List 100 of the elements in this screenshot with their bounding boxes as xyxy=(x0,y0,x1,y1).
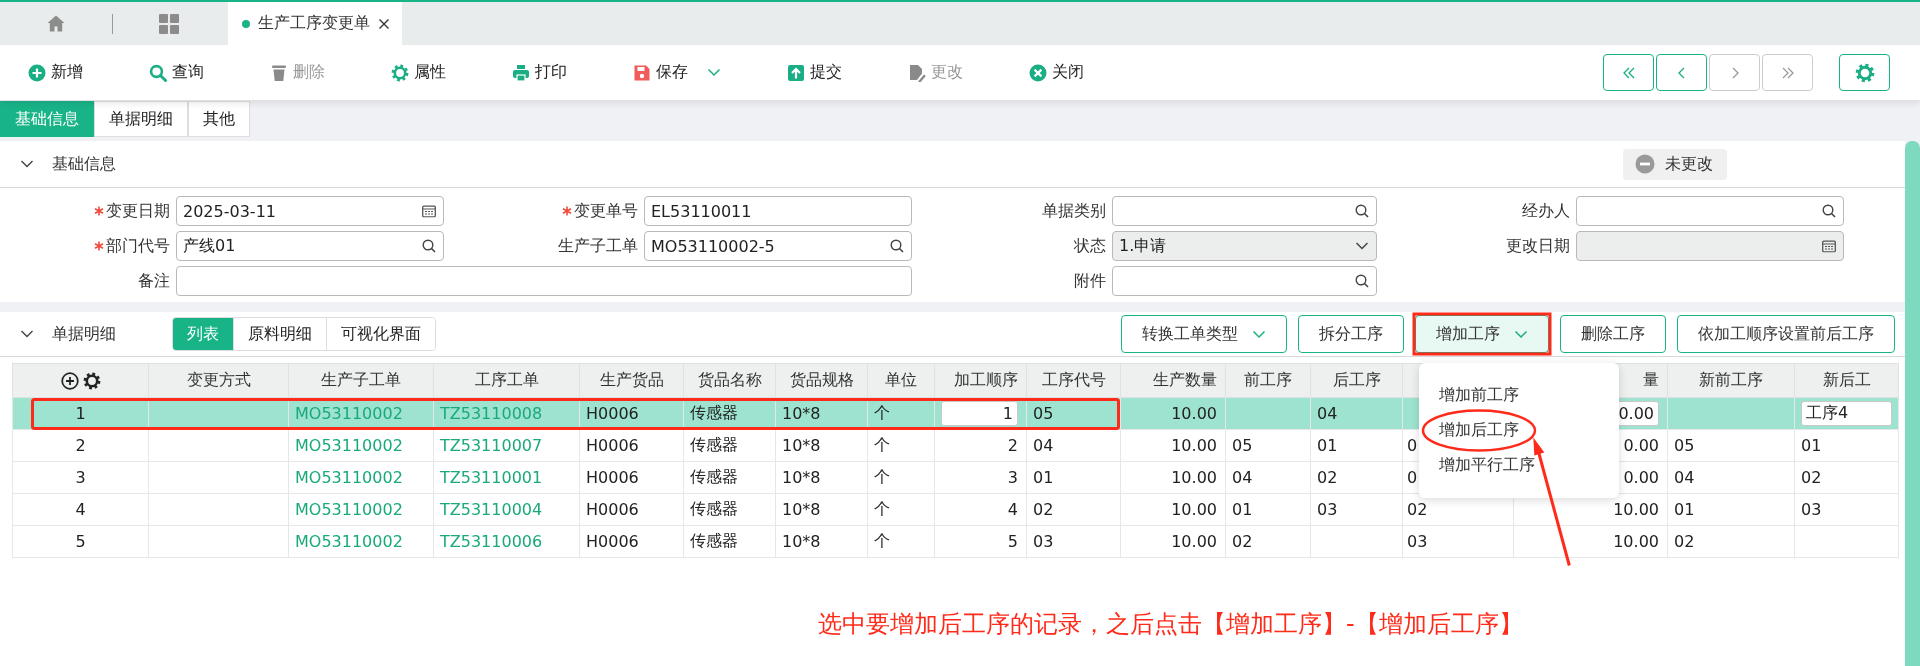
status-dot xyxy=(242,19,250,28)
table-cell: 4 xyxy=(934,493,1027,526)
table-input[interactable]: 工序4 xyxy=(1801,401,1892,426)
action-button[interactable]: 增加工序 xyxy=(1415,315,1549,353)
table-cell: 10.00 xyxy=(1120,397,1226,430)
table-cell: H0006 xyxy=(579,493,684,526)
field-label: 附件 xyxy=(1074,270,1106,292)
table-cell: 传感器 xyxy=(683,461,776,494)
table-cell: 02 xyxy=(1310,461,1403,494)
column-header: 新前工序 xyxy=(1667,363,1795,398)
table-cell: 10*8 xyxy=(775,429,868,462)
table-cell: 3 xyxy=(12,461,149,494)
column-header: 生产货品 xyxy=(579,363,684,398)
table-input[interactable]: 1 xyxy=(941,401,1018,426)
table-cell: 10*8 xyxy=(775,525,868,558)
settings-button[interactable] xyxy=(1839,54,1890,91)
close-icon xyxy=(1029,63,1047,82)
action-button[interactable]: 拆分工序 xyxy=(1298,315,1404,353)
column-header: 单位 xyxy=(867,363,935,398)
search-field[interactable] xyxy=(1112,266,1377,296)
date-field[interactable]: 2025-03-11 xyxy=(176,196,444,226)
table-cell: 10.00 xyxy=(1120,461,1226,494)
column-header: 变更方式 xyxy=(148,363,289,398)
trash-icon xyxy=(270,63,288,82)
toolbar-button[interactable]: 查询 xyxy=(149,62,204,83)
column-header: 工序代号 xyxy=(1026,363,1121,398)
table-cell: 02 xyxy=(1026,493,1121,526)
table-cell: 10.00 xyxy=(1513,493,1668,526)
search-field[interactable] xyxy=(1112,196,1377,226)
nav-button[interactable] xyxy=(1656,54,1707,91)
search-field[interactable]: MO53110002-5 xyxy=(644,231,912,261)
nav-button[interactable] xyxy=(1603,54,1654,91)
table-cell: 03 xyxy=(1402,525,1514,558)
minus-circle-icon xyxy=(1635,154,1655,174)
table-cell: 3 xyxy=(934,461,1027,494)
grid-icon xyxy=(159,13,179,34)
search-field[interactable]: 产线01 xyxy=(176,231,444,261)
table-cell: 个 xyxy=(867,493,935,526)
field-label: 变更日期 xyxy=(106,200,170,222)
table-cell: 10*8 xyxy=(775,493,868,526)
table-cell: 10.00 xyxy=(1120,493,1226,526)
search-icon xyxy=(1355,274,1369,288)
table-cell: 2 xyxy=(12,429,149,462)
text-field[interactable]: EL53110011 xyxy=(644,196,912,226)
upload-icon xyxy=(787,63,805,82)
section-title: 单据明细 xyxy=(52,323,116,345)
toolbar-button[interactable]: 关闭 xyxy=(1029,62,1084,83)
column-header: 生产子工单 xyxy=(288,363,434,398)
table-cell: 01 xyxy=(1667,493,1795,526)
field-label: 单据类别 xyxy=(1042,200,1106,222)
table-cell: 传感器 xyxy=(683,493,776,526)
table-cell: H0006 xyxy=(579,461,684,494)
toolbar-button[interactable]: 保存 xyxy=(633,62,721,83)
action-button[interactable]: 依加工顺序设置前后工序 xyxy=(1677,315,1895,353)
action-button[interactable]: 删除工序 xyxy=(1560,315,1666,353)
field-label: 状态 xyxy=(1074,235,1106,257)
column-header: 工序工单 xyxy=(433,363,580,398)
toolbar-button[interactable]: 新增 xyxy=(28,62,83,83)
column-header: 加工顺序 xyxy=(934,363,1027,398)
text-field[interactable] xyxy=(176,266,912,296)
table-cell: 05 xyxy=(1667,429,1795,462)
table-cell: 个 xyxy=(867,525,935,558)
calendar-icon xyxy=(1822,239,1836,253)
table-cell: 10*8 xyxy=(775,461,868,494)
double-chevron-right-icon xyxy=(1780,66,1795,79)
table-cell: 传感器 xyxy=(683,525,776,558)
table-cell: 03 xyxy=(1794,493,1899,526)
scrollbar[interactable] xyxy=(1905,141,1920,666)
table-cell: 02 xyxy=(1225,525,1311,558)
home-icon xyxy=(47,15,65,32)
document-tab[interactable]: 生产工序变更单 xyxy=(228,2,402,45)
table-cell: 个 xyxy=(867,429,935,462)
gear-icon xyxy=(82,371,101,390)
table-cell: 1 xyxy=(12,397,149,430)
field-label: 更改日期 xyxy=(1506,235,1570,257)
table-cell: 03 xyxy=(1026,525,1121,558)
search-icon xyxy=(149,63,167,82)
table-cell: 01 xyxy=(1794,429,1899,462)
search-icon xyxy=(890,239,904,253)
toolbar-button[interactable]: 属性 xyxy=(391,62,446,83)
field-label: 部门代号 xyxy=(106,235,170,257)
action-button[interactable]: 转换工单类型 xyxy=(1121,315,1287,353)
add-icon xyxy=(60,371,79,390)
field-label: 变更单号 xyxy=(574,200,638,222)
toolbar-button[interactable]: 提交 xyxy=(787,62,842,83)
search-icon xyxy=(1355,204,1369,218)
page-tab[interactable]: 其他 xyxy=(188,101,250,137)
column-header: 后工序 xyxy=(1310,363,1403,398)
table-cell: 2 xyxy=(934,429,1027,462)
toolbar-button[interactable]: 打印 xyxy=(512,62,567,83)
table-cell: 04 xyxy=(1225,461,1311,494)
add-icon xyxy=(28,63,46,82)
document-edit-icon xyxy=(908,63,926,82)
table-cell: 04 xyxy=(1310,397,1403,430)
search-icon xyxy=(422,239,436,253)
page-tab[interactable]: 单据明细 xyxy=(94,101,188,137)
table-cell: H0006 xyxy=(579,525,684,558)
column-header: 新后工 xyxy=(1794,363,1899,398)
search-field[interactable] xyxy=(1576,196,1844,226)
table-cell: 10.00 xyxy=(1120,525,1226,558)
